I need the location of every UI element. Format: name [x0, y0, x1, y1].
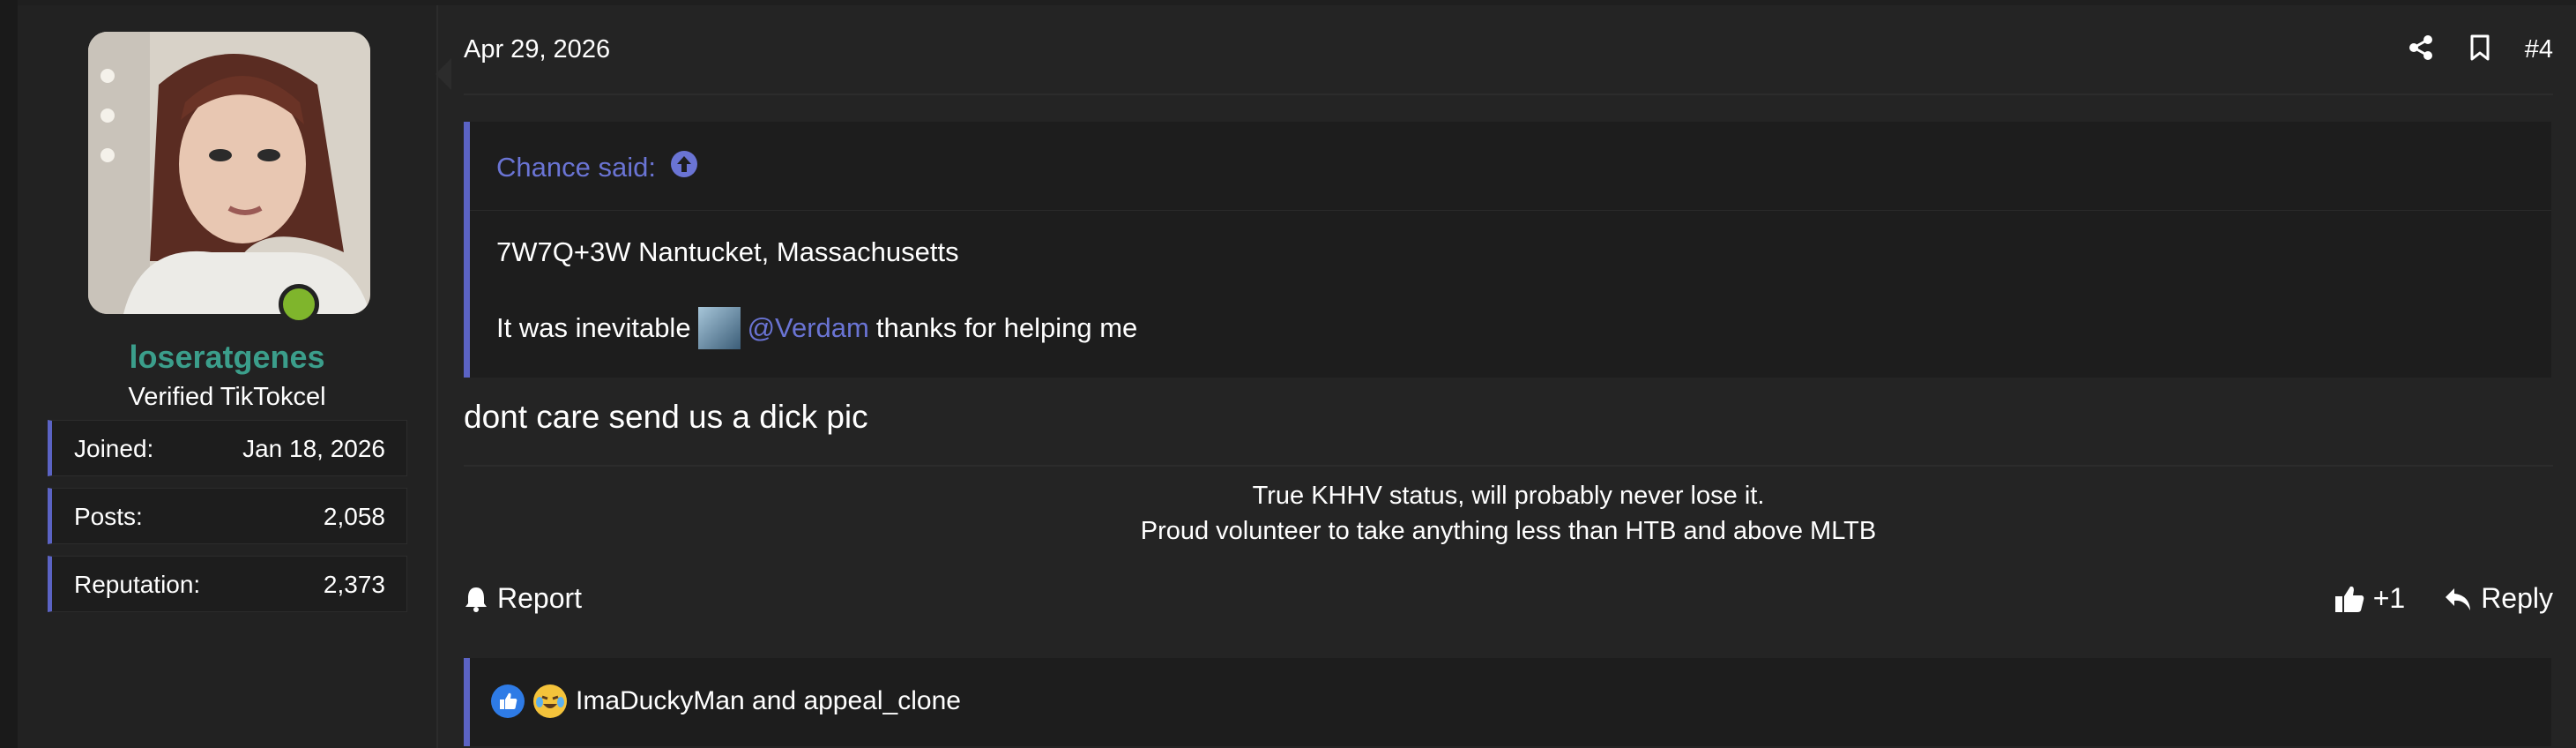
- crying-laughing-reaction-icon: [533, 684, 567, 718]
- reply-button[interactable]: Reply: [2444, 582, 2553, 615]
- like-reaction-icon: [491, 684, 525, 718]
- header-divider: [464, 94, 2553, 95]
- post-body: dont care send us a dick pic: [464, 399, 868, 435]
- reply-label: Reply: [2481, 582, 2553, 614]
- quote-text-prefix: It was inevitable: [496, 312, 691, 343]
- report-button[interactable]: Report: [464, 582, 582, 615]
- quote-text-suffix: thanks for helping me: [875, 312, 1138, 343]
- bookmark-icon[interactable]: [2468, 34, 2491, 66]
- quote-line-1: 7W7Q+3W Nantucket, Massachusetts: [496, 236, 959, 267]
- stat-posts: Posts: 2,058: [48, 488, 407, 544]
- user-mention-link[interactable]: @Verdam: [748, 312, 869, 344]
- quote-author-label: Chance said:: [496, 152, 656, 183]
- avatar-container[interactable]: [88, 32, 370, 325]
- thumbs-up-icon: [2334, 586, 2364, 612]
- signature-line-2: Proud volunteer to take anything less th…: [1140, 517, 1877, 545]
- reactions-users[interactable]: ImaDuckyMan and appeal_clone: [576, 686, 961, 716]
- arrow-up-circle-icon[interactable]: [670, 150, 698, 185]
- quote-author-link[interactable]: Chance said:: [496, 150, 698, 185]
- reactions-summary: ImaDuckyMan and appeal_clone: [491, 684, 961, 718]
- stat-label: Joined:: [74, 435, 154, 462]
- user-title: Verified TikTokcel: [128, 383, 326, 411]
- post-number-link[interactable]: #4: [2525, 35, 2553, 64]
- stat-value: Jan 18, 2026: [242, 435, 385, 462]
- page-gutter: [0, 0, 18, 748]
- share-icon[interactable]: [2407, 34, 2435, 66]
- stat-label: Posts:: [74, 503, 143, 530]
- stat-value: 2,373: [323, 571, 385, 598]
- stat-reputation: Reputation: 2,373: [48, 556, 407, 612]
- quote-block: Chance said: 7W7Q+3W Nantucket, Massachu…: [464, 122, 2551, 378]
- forum-post: loseratgenes Verified TikTokcel Joined: …: [18, 5, 2576, 748]
- stat-label: Reputation:: [74, 571, 201, 598]
- post-footer-actions: +1 Reply: [2334, 582, 2553, 615]
- like-button[interactable]: +1: [2334, 582, 2405, 615]
- reply-icon: [2446, 587, 2471, 610]
- bell-icon: [465, 587, 487, 612]
- post-date[interactable]: Apr 29, 2026: [464, 35, 610, 64]
- stat-value: 2,058: [323, 503, 385, 530]
- signature-line-1: True KHHV status, will probably never lo…: [1252, 482, 1765, 510]
- avatar-photo: [88, 32, 370, 314]
- post-pointer-arrow: [436, 58, 451, 90]
- signature-divider: [464, 465, 2553, 467]
- quote-header: Chance said:: [470, 122, 2551, 211]
- post-header-actions: #4: [2407, 32, 2553, 67]
- like-count: +1: [2372, 582, 2406, 614]
- reactions-bar[interactable]: ImaDuckyMan and appeal_clone: [464, 658, 2551, 746]
- stat-joined: Joined: Jan 18, 2026: [48, 420, 407, 476]
- user-sidebar: loseratgenes Verified TikTokcel Joined: …: [18, 5, 438, 748]
- quote-line-2: It was inevitable @Verdam thanks for hel…: [496, 307, 1137, 349]
- mention-avatar[interactable]: [697, 307, 741, 349]
- online-status-indicator: [279, 284, 319, 325]
- post-main: Apr 29, 2026 #4 Chance said: 7W7Q+3W Nan…: [436, 5, 2576, 748]
- username[interactable]: loseratgenes: [18, 339, 436, 376]
- avatar[interactable]: [88, 32, 370, 314]
- report-label: Report: [497, 582, 583, 614]
